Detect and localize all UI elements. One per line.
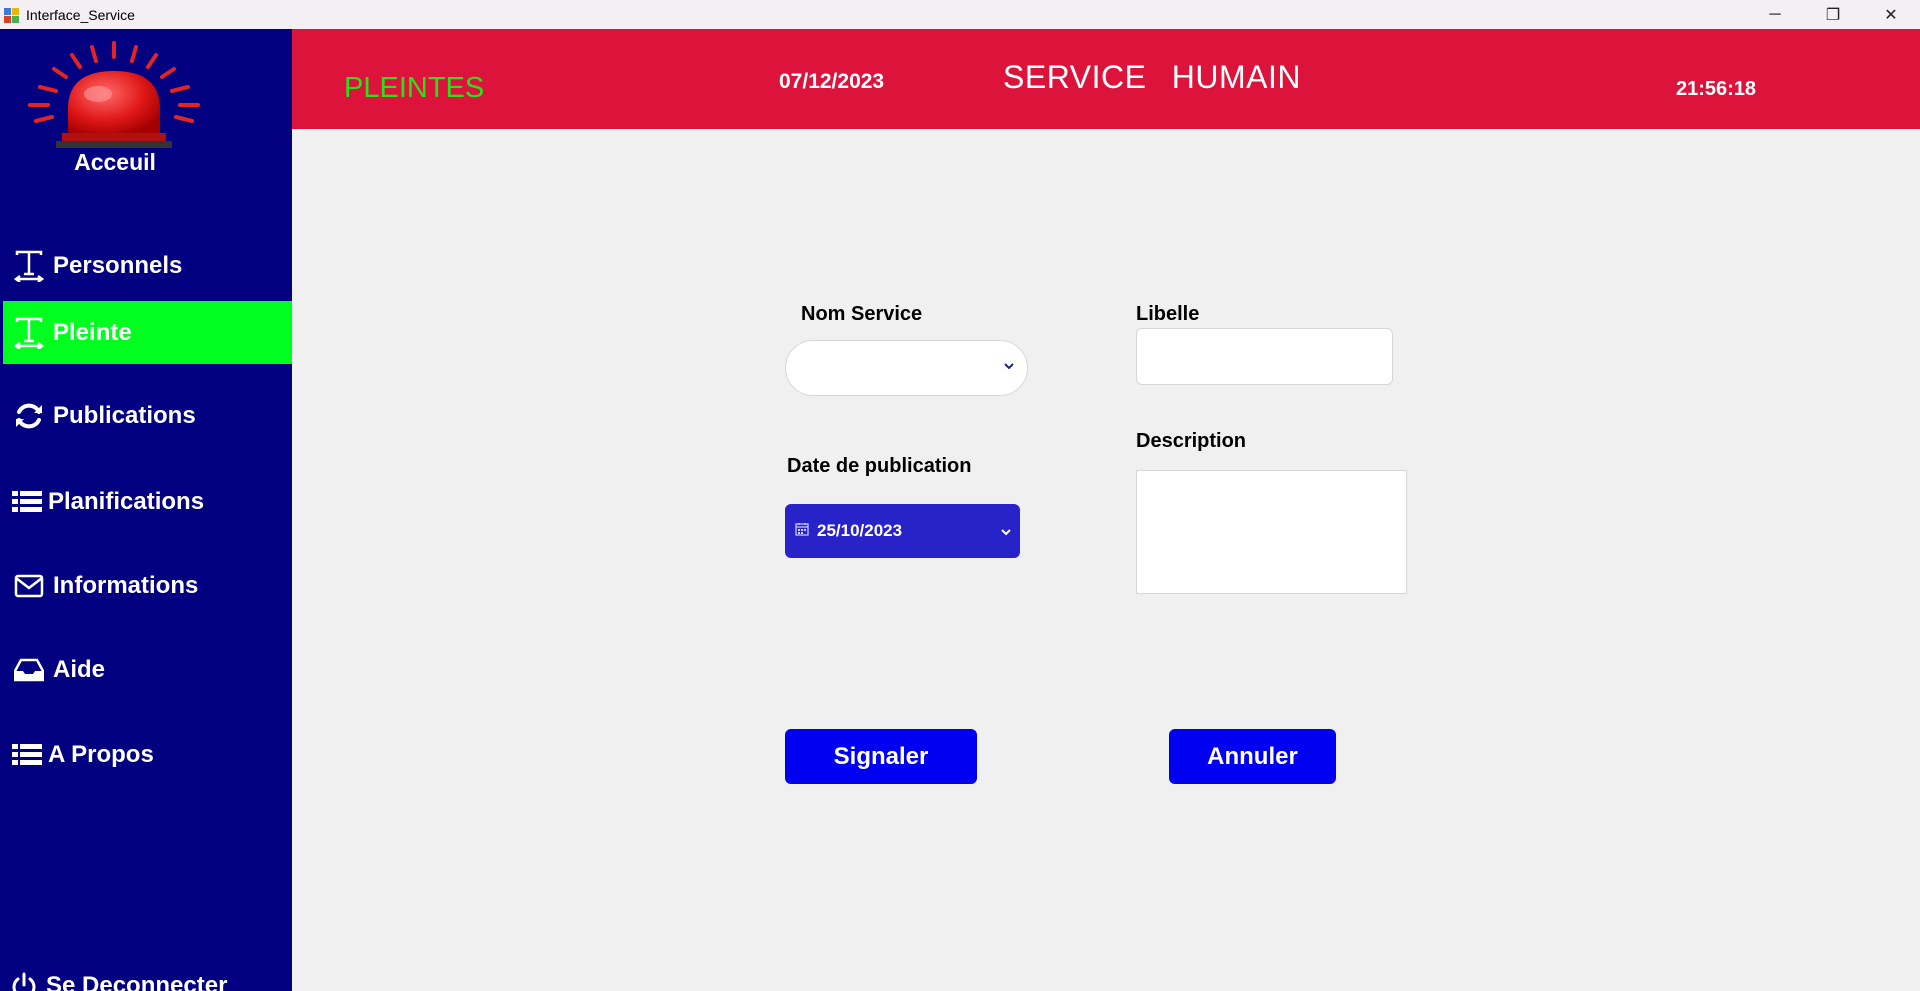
section-title: PLEINTES: [344, 72, 485, 104]
sidebar-item-label: Aide: [53, 655, 106, 683]
chevron-down-icon[interactable]: [1003, 359, 1015, 377]
sidebar-item-pleinte[interactable]: Pleinte: [3, 301, 292, 364]
sidebar-item-label: A Propos: [48, 740, 154, 768]
inbox-icon: [12, 653, 46, 687]
window-titlebar: Interface_Service ─ ❐ ✕: [0, 0, 1920, 29]
header-bar: PLEINTES 07/12/2023 SERVICE HUMAIN 21:56…: [292, 29, 1920, 129]
date-publication-label: Date de publication: [787, 455, 972, 477]
date-publication-value: 25/10/2023: [817, 521, 903, 540]
sidebar-item-label: Publications: [53, 401, 196, 429]
header-date: 07/12/2023: [779, 70, 885, 93]
sidebar-item-informations[interactable]: Informations: [3, 554, 292, 617]
sidebar: Acceuil Personnels Pleinte Publications …: [0, 29, 292, 991]
sidebar-item-personnels[interactable]: Personnels: [3, 234, 292, 297]
description-textarea[interactable]: [1136, 470, 1407, 594]
minimize-button[interactable]: ─: [1746, 0, 1804, 29]
annuler-button[interactable]: Annuler: [1169, 729, 1336, 784]
service-title: SERVICE HUMAIN: [1003, 59, 1302, 95]
sidebar-item-a-propos[interactable]: A Propos: [3, 723, 292, 786]
siren-logo-icon[interactable]: [26, 39, 202, 151]
signaler-button[interactable]: Signaler: [785, 729, 977, 784]
refresh-icon: [12, 399, 46, 433]
restore-button[interactable]: ❐: [1804, 0, 1862, 29]
nom-service-combobox[interactable]: [785, 340, 1028, 396]
logout-button[interactable]: Se Deconnecter: [10, 972, 227, 991]
logout-label: Se Deconnecter: [46, 972, 228, 991]
header-clock: 21:56:18: [1676, 78, 1757, 100]
sidebar-item-aide[interactable]: Aide: [3, 638, 292, 701]
list-icon: [10, 485, 44, 519]
libelle-input[interactable]: [1136, 328, 1393, 385]
text-resize-icon: [12, 316, 46, 350]
sidebar-item-publications[interactable]: Publications: [3, 384, 292, 447]
sidebar-item-label: Personnels: [53, 251, 183, 279]
description-label: Description: [1136, 430, 1247, 452]
sidebar-item-label: Informations: [53, 571, 199, 599]
calendar-icon: [795, 521, 809, 541]
sidebar-item-label: Planifications: [48, 487, 205, 515]
window-title: Interface_Service: [26, 6, 135, 23]
home-link[interactable]: Acceuil: [0, 149, 230, 176]
list-icon: [10, 738, 44, 772]
text-resize-icon: [12, 249, 46, 283]
app-icon: [4, 7, 20, 23]
power-icon: [10, 972, 38, 991]
nom-service-label: Nom Service: [801, 303, 923, 325]
date-publication-picker[interactable]: 25/10/2023: [785, 504, 1020, 558]
close-button[interactable]: ✕: [1862, 0, 1920, 29]
envelope-icon: [12, 569, 46, 603]
chevron-down-icon[interactable]: [1000, 523, 1012, 543]
sidebar-item-planifications[interactable]: Planifications: [3, 470, 292, 533]
sidebar-item-label: Pleinte: [53, 318, 132, 346]
libelle-label: Libelle: [1136, 303, 1200, 325]
